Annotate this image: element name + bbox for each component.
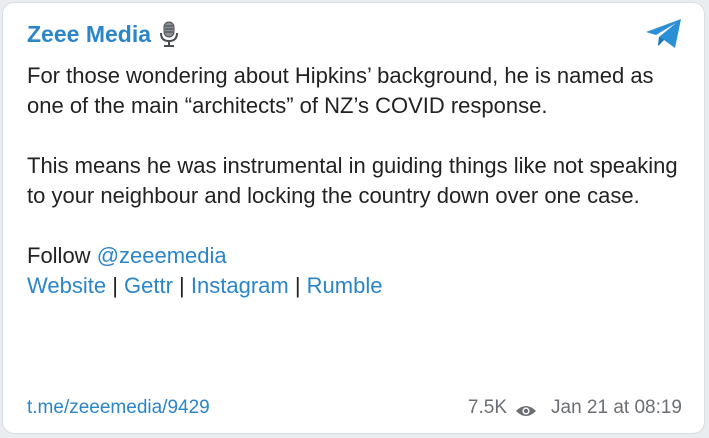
telegram-post-card: Zeee Media For those wondering about Hip…	[2, 2, 705, 434]
microphone-icon	[159, 21, 179, 47]
post-header: Zeee Media	[27, 19, 179, 49]
instagram-link[interactable]: Instagram	[191, 273, 289, 298]
links-line: Website | Gettr | Instagram | Rumble	[27, 271, 687, 301]
handle-link[interactable]: @zeeemedia	[97, 243, 227, 268]
message-paragraph: For those wondering about Hipkins’ backg…	[27, 63, 654, 118]
follow-line: Follow @zeeemedia	[27, 241, 687, 271]
post-footer: t.me/zeeemedia/9429 7.5K Jan 21 at 08:19	[27, 396, 682, 420]
gettr-link[interactable]: Gettr	[124, 273, 173, 298]
rumble-link[interactable]: Rumble	[307, 273, 383, 298]
post-link[interactable]: t.me/zeeemedia/9429	[27, 396, 210, 420]
message-body: For those wondering about Hipkins’ backg…	[27, 61, 687, 301]
post-timestamp: Jan 21 at 08:19	[551, 397, 682, 418]
website-link[interactable]: Website	[27, 273, 106, 298]
telegram-plane-icon[interactable]	[644, 17, 684, 51]
view-count: 7.5K	[467, 397, 507, 418]
link-separator: |	[288, 273, 307, 298]
channel-name[interactable]: Zeee Media	[27, 19, 151, 49]
link-separator: |	[172, 273, 191, 298]
post-meta: 7.5K Jan 21 at 08:19	[468, 396, 682, 420]
eye-icon	[515, 401, 537, 416]
follow-label: Follow	[27, 243, 97, 268]
follow-section: Follow @zeeemedia Website | Gettr | Inst…	[27, 241, 687, 301]
link-separator: |	[106, 273, 125, 298]
message-paragraph: This means he was instrumental in guidin…	[27, 153, 678, 208]
